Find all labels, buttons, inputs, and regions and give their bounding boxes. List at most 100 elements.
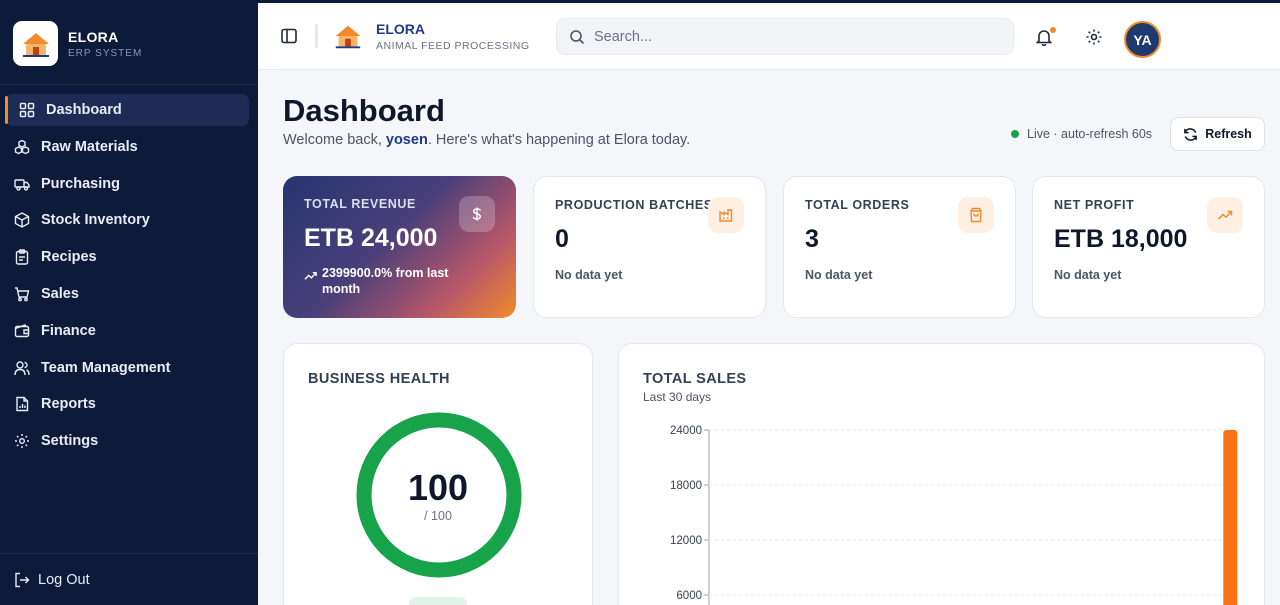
boxes-icon — [13, 138, 30, 155]
sidebar-item-dashboard[interactable]: Dashboard — [5, 94, 249, 126]
sidebar-item-reports[interactable]: Reports — [6, 388, 249, 420]
brand-logo — [13, 21, 58, 66]
sidebar-item-finance[interactable]: Finance — [6, 315, 249, 347]
live-status: Live · auto-refresh 60s — [1011, 127, 1152, 141]
users-icon — [13, 359, 30, 376]
y-tick-label: 6000 — [676, 590, 702, 602]
sidebar-item-stock-inventory[interactable]: Stock Inventory — [6, 204, 249, 236]
sidebar-item-label: Recipes — [41, 249, 97, 266]
sidebar-item-label: Reports — [41, 396, 96, 413]
net-profit-card[interactable]: NET PROFIT ETB 18,000 No data yet — [1032, 176, 1265, 318]
package-icon — [13, 212, 30, 229]
sidebar: ELORA ERP SYSTEM Dashboard Raw Materials… — [0, 0, 258, 605]
y-tick-label: 12000 — [670, 535, 702, 547]
sidebar-item-label: Stock Inventory — [41, 212, 150, 229]
sidebar-item-label: Dashboard — [46, 102, 122, 118]
card-subtext: No data yet — [555, 268, 623, 282]
topbar-logo — [332, 20, 364, 52]
gear-icon — [13, 433, 30, 450]
elora-logo-icon — [22, 32, 49, 57]
y-tick-label: 24000 — [670, 425, 702, 437]
trending-up-icon — [1207, 197, 1243, 233]
revenue-trend-text: 2399900.0% from last month — [322, 266, 449, 296]
search-icon — [570, 29, 585, 44]
elora-logo-icon — [335, 25, 361, 49]
sidebar-nav: Dashboard Raw Materials Purchasing Stock… — [0, 85, 258, 457]
search-bar[interactable] — [556, 18, 1014, 55]
factory-icon — [708, 197, 744, 233]
health-status-badge — [409, 597, 467, 605]
welcome-message: Welcome back, yosen. Here's what's happe… — [283, 132, 690, 148]
logout-icon — [13, 571, 30, 588]
report-icon — [13, 396, 30, 413]
trending-up-icon — [304, 272, 317, 280]
sidebar-item-label: Purchasing — [41, 175, 120, 192]
total-sales-panel: TOTAL SALES Last 30 days 24000 18000 12000… — [618, 343, 1265, 605]
topbar-brand: ELORA ANIMAL FEED PROCESSING — [376, 21, 530, 52]
sidebar-item-team-management[interactable]: Team Management — [6, 352, 249, 384]
card-value: ETB 24,000 — [304, 224, 438, 252]
clipboard-icon — [13, 249, 30, 266]
y-tick-label: 18000 — [670, 480, 702, 492]
card-value: ETB 18,000 — [1054, 225, 1188, 253]
sidebar-item-settings[interactable]: Settings — [6, 425, 249, 457]
revenue-trend: 2399900.0% from last month — [304, 265, 474, 297]
sidebar-item-sales[interactable]: Sales — [6, 278, 249, 310]
sidebar-item-recipes[interactable]: Recipes — [6, 241, 249, 273]
topbar: ELORA ANIMAL FEED PROCESSING YA — [258, 0, 1280, 70]
brand-name: ELORA — [68, 28, 119, 45]
welcome-user: yosen — [385, 132, 428, 148]
card-label: TOTAL ORDERS — [805, 198, 910, 212]
gear-icon — [1086, 29, 1102, 45]
sidebar-item-raw-materials[interactable]: Raw Materials — [6, 131, 249, 163]
card-value: 0 — [555, 225, 569, 253]
refresh-label: Refresh — [1205, 127, 1252, 141]
card-value: 3 — [805, 225, 819, 253]
card-subtext: No data yet — [1054, 268, 1122, 282]
logout-button[interactable]: Log Out — [0, 553, 258, 605]
sales-chart: 24000 18000 12000 6000 — [670, 425, 1239, 605]
health-max: / 100 — [424, 509, 452, 523]
live-status-text: Live · auto-refresh 60s — [1027, 127, 1153, 141]
total-orders-card[interactable]: TOTAL ORDERS 3 No data yet — [783, 176, 1016, 318]
page-title: Dashboard — [283, 93, 445, 128]
sales-bar[interactable] — [1223, 430, 1238, 605]
dollar-icon — [459, 196, 495, 232]
business-health-panel: BUSINESS HEALTH 100 / 100 — [283, 343, 593, 605]
topbar-brand-subtitle: ANIMAL FEED PROCESSING — [376, 40, 530, 52]
refresh-icon — [1184, 127, 1198, 141]
sidebar-toggle-button[interactable] — [280, 27, 298, 45]
health-score: 100 — [407, 467, 469, 508]
grid-icon — [18, 102, 35, 119]
logout-label: Log Out — [38, 571, 90, 588]
refresh-button[interactable]: Refresh — [1170, 117, 1265, 151]
card-label: NET PROFIT — [1054, 198, 1135, 212]
notification-dot — [1049, 26, 1057, 34]
sidebar-item-label: Settings — [41, 433, 99, 450]
truck-icon — [13, 175, 30, 192]
topbar-divider — [315, 24, 318, 48]
sidebar-brand[interactable]: ELORA ERP SYSTEM — [0, 3, 258, 85]
card-subtext: No data yet — [805, 268, 873, 282]
wallet-icon — [13, 322, 30, 339]
sidebar-item-purchasing[interactable]: Purchasing — [6, 168, 249, 200]
sidebar-item-label: Team Management — [41, 359, 171, 376]
panel-left-icon — [281, 28, 297, 44]
topbar-brand-name: ELORA — [376, 21, 425, 37]
welcome-prefix: Welcome back, — [283, 132, 386, 148]
sidebar-item-label: Sales — [41, 285, 79, 302]
production-batches-card[interactable]: PRODUCTION BATCHES 0 No data yet — [533, 176, 766, 318]
sidebar-item-label: Finance — [41, 322, 96, 339]
avatar[interactable]: YA — [1124, 21, 1161, 58]
sidebar-item-label: Raw Materials — [41, 138, 138, 155]
card-label: TOTAL REVENUE — [304, 197, 416, 211]
search-input[interactable] — [594, 28, 994, 45]
total-revenue-card[interactable]: TOTAL REVENUE ETB 24,000 2399900.0% from… — [283, 176, 516, 318]
cart-icon — [13, 285, 30, 302]
live-indicator-dot — [1011, 130, 1019, 138]
card-label: PRODUCTION BATCHES — [555, 198, 713, 212]
bag-icon — [958, 197, 994, 233]
brand-subtitle: ERP SYSTEM — [68, 47, 143, 59]
welcome-suffix: . Here's what's happening at Elora today… — [427, 132, 691, 148]
settings-button[interactable] — [1085, 28, 1103, 46]
